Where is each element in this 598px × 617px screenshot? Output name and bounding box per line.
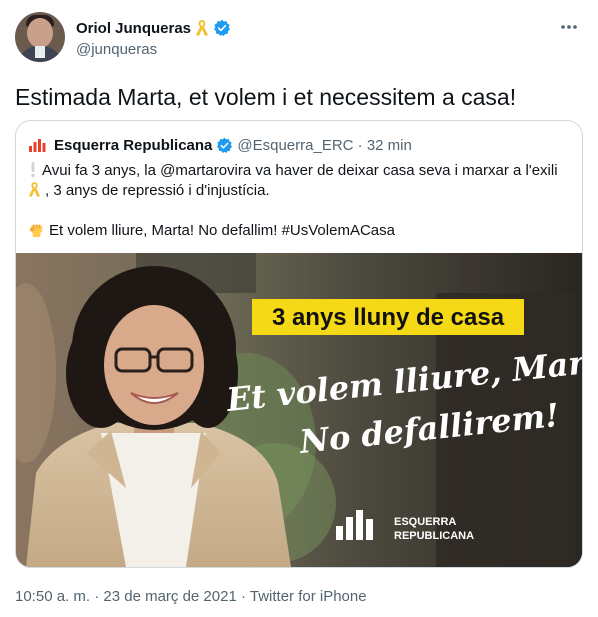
tweet-header: Oriol Junqueras @junqueras [15, 12, 583, 64]
quoted-line-1: Avui fa 3 anys, la @martarovira va haver… [28, 161, 568, 181]
quoted-line-3: Et volem lliure, Marta! No defallim! #Us… [28, 221, 568, 241]
tweet-timestamp[interactable]: 10:50 a. m. · 23 de març de 2021 · Twitt… [15, 588, 367, 605]
verified-badge-icon [217, 137, 233, 153]
tweet-text: Estimada Marta, et volem i et necessitem… [15, 84, 517, 110]
quoted-tweet-text: Avui fa 3 anys, la @martarovira va haver… [28, 161, 568, 241]
erc-logo-icon [29, 139, 46, 152]
quoted-tweet[interactable]: Esquerra Republicana @Esquerra_ERC · 32 … [15, 120, 583, 568]
yellow-ribbon-icon [196, 20, 209, 36]
image-logo-line-1: ESQUERRA [394, 516, 456, 528]
raised-fist-icon [29, 224, 43, 238]
image-logo-line-2: REPUBLICANA [394, 530, 474, 542]
quoted-tweet-header: Esquerra Republicana @Esquerra_ERC · 32 … [28, 135, 412, 155]
exclamation-mark-icon [31, 162, 35, 178]
quoted-tweet-image[interactable]: 3 anys lluny de casa Et volem lliure, Ma… [16, 253, 582, 567]
yellow-ribbon-icon [28, 182, 41, 197]
tweet: Oriol Junqueras @junqueras Estimada Mart… [0, 0, 598, 617]
author-handle[interactable]: @junqueras [76, 41, 157, 58]
more-horizontal-icon[interactable] [559, 22, 579, 32]
quoted-author-name[interactable]: Esquerra Republicana [54, 137, 212, 154]
author-name[interactable]: Oriol Junqueras [76, 20, 191, 37]
author-avatar[interactable] [15, 12, 65, 62]
image-banner-text: 3 anys lluny de casa [272, 304, 505, 331]
author-name-row[interactable]: Oriol Junqueras [76, 19, 231, 37]
campaign-photo: 3 anys lluny de casa Et volem lliure, Ma… [16, 253, 582, 567]
quoted-line-2: , 3 anys de repressió i d'injustícia. [28, 181, 568, 201]
quoted-author-handle-time[interactable]: @Esquerra_ERC · 32 min [237, 137, 411, 154]
verified-badge-icon [214, 19, 230, 36]
